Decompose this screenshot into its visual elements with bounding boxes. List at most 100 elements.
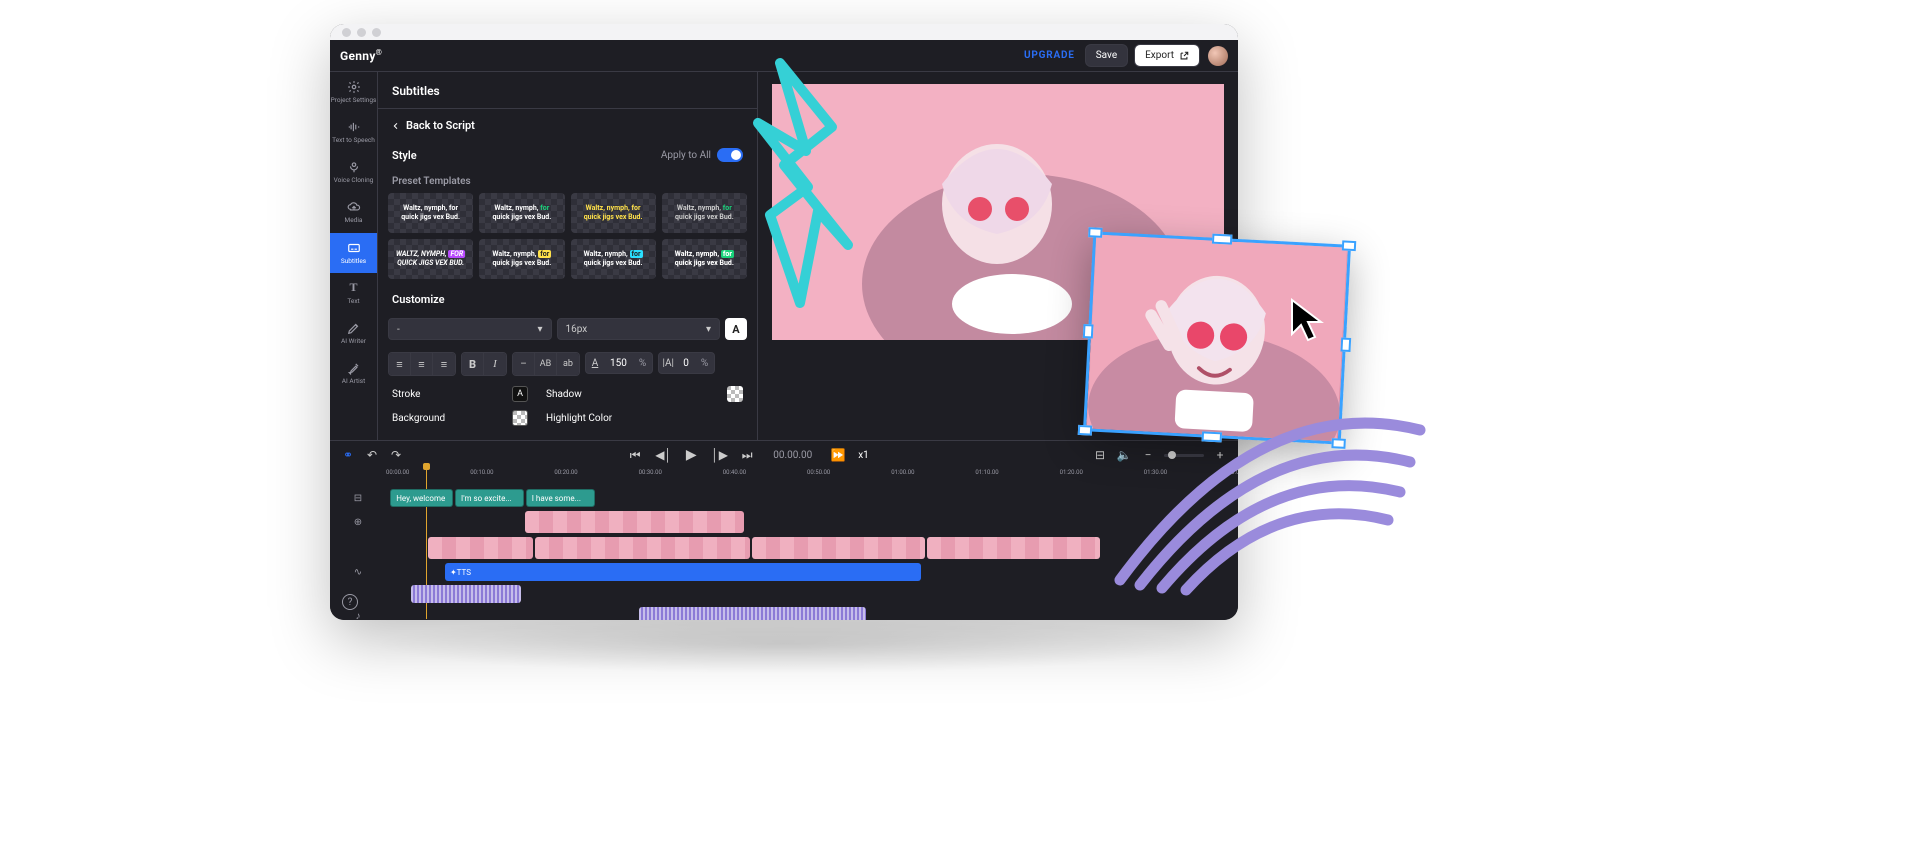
- audio-clip[interactable]: [411, 585, 520, 603]
- resize-handle[interactable]: [1331, 438, 1346, 449]
- step-forward-button[interactable]: │▶: [711, 448, 727, 462]
- playback-speed[interactable]: x1: [858, 450, 869, 461]
- play-button[interactable]: ▶: [683, 447, 699, 463]
- volume-button[interactable]: 🔈: [1116, 448, 1132, 462]
- sidebar-label: Text to Speech: [332, 137, 375, 144]
- link-icon[interactable]: ⚭: [340, 448, 356, 462]
- video-clip[interactable]: [535, 537, 750, 559]
- video-clip[interactable]: [927, 537, 1100, 559]
- font-family-select[interactable]: -▾: [388, 318, 552, 340]
- resize-handle[interactable]: [1340, 337, 1351, 352]
- export-button[interactable]: Export: [1134, 44, 1200, 67]
- italic-button[interactable]: I: [484, 353, 506, 375]
- chevron-left-icon: [392, 121, 400, 131]
- sidebar-item-text[interactable]: T Text: [330, 273, 377, 313]
- sidebar-label: Voice Cloning: [334, 177, 374, 184]
- resize-handle[interactable]: [1083, 324, 1094, 339]
- skip-end-button[interactable]: ⏭: [739, 448, 755, 463]
- zoom-out-button[interactable]: −: [1140, 448, 1156, 462]
- font-size-select[interactable]: 16px▾: [557, 318, 721, 340]
- help-button[interactable]: ?: [342, 594, 358, 610]
- left-sidebar: Project Settings Text to Speech Voice Cl…: [330, 72, 378, 440]
- preset-7[interactable]: Waltz, nymph, forquick jigs vex Bud.: [571, 239, 656, 279]
- window-chrome: [330, 24, 1238, 40]
- resize-handle[interactable]: [1078, 425, 1093, 436]
- time-ruler[interactable]: 00:00.00 00:10.00 00:20.00 00:30.00 00:4…: [386, 469, 1228, 485]
- preset-grid: Waltz, nymph, forquick jigs vex Bud. Wal…: [378, 193, 757, 279]
- video-clip[interactable]: [428, 537, 533, 559]
- external-link-icon: [1179, 51, 1189, 61]
- background-swatch[interactable]: [512, 410, 528, 426]
- preset-1[interactable]: Waltz, nymph, forquick jigs vex Bud.: [388, 193, 473, 233]
- text-color-swatch[interactable]: A: [725, 318, 747, 340]
- stroke-swatch[interactable]: A: [512, 386, 528, 402]
- preset-8[interactable]: Waltz, nymph, forquick jigs vex Bud.: [662, 239, 747, 279]
- back-to-script[interactable]: Back to Script: [378, 109, 757, 142]
- skip-start-button[interactable]: ⏮: [627, 448, 643, 463]
- resize-handle[interactable]: [1088, 227, 1103, 238]
- sidebar-item-subtitles[interactable]: Subtitles: [330, 233, 377, 273]
- spacing-input[interactable]: |A| 0 %: [658, 352, 715, 374]
- preset-4[interactable]: Waltz, nymph, forquick jigs vex Bud.: [662, 193, 747, 233]
- transport-bar: ⚭ ↶ ↷ ⏮ ◀│ ▶ │▶ ⏭ 00.00.00 ⏩ x1 ⊟ 🔈 − +: [330, 441, 1238, 469]
- presets-section-label: Preset Templates: [378, 168, 757, 193]
- step-back-button[interactable]: ◀│: [655, 448, 671, 462]
- sidebar-item-ai-writer[interactable]: AI Writer: [330, 313, 377, 353]
- apply-all-toggle[interactable]: [717, 148, 743, 162]
- upgrade-link[interactable]: UPGRADE: [1024, 50, 1075, 61]
- sidebar-item-project-settings[interactable]: Project Settings: [330, 72, 377, 112]
- user-avatar[interactable]: [1208, 46, 1228, 66]
- resize-handle[interactable]: [1342, 240, 1357, 251]
- zoom-slider[interactable]: [1164, 454, 1204, 457]
- sidebar-item-text-to-speech[interactable]: Text to Speech: [330, 112, 377, 152]
- subtitle-clip[interactable]: I have some...: [526, 489, 595, 507]
- preset-2[interactable]: Waltz, nymph, forquick jigs vex Bud.: [479, 193, 564, 233]
- scale-input[interactable]: A 150 %: [585, 352, 653, 374]
- app-header: Genny® UPGRADE Save Export: [330, 40, 1238, 72]
- sidebar-item-voice-cloning[interactable]: Voice Cloning: [330, 152, 377, 192]
- pen-icon: [347, 321, 361, 335]
- case-dash-button[interactable]: –: [513, 353, 535, 375]
- case-lower-button[interactable]: ab: [557, 353, 579, 375]
- sidebar-label: Project Settings: [331, 97, 377, 104]
- window-shadow: [370, 614, 1198, 674]
- style-group: B I: [461, 352, 507, 376]
- align-right-button[interactable]: ≡: [433, 353, 455, 375]
- undo-button[interactable]: ↶: [364, 448, 380, 462]
- preset-5[interactable]: WALTZ, NYMPH, FORQUICK JIGS VEX BUD.: [388, 239, 473, 279]
- redo-button[interactable]: ↷: [388, 448, 404, 462]
- subtitle-track: ⊟ Hey, welcome I'm so excite... I have s…: [330, 489, 1238, 507]
- resize-handle[interactable]: [1212, 234, 1232, 245]
- sidebar-item-media[interactable]: Media: [330, 192, 377, 232]
- zoom-in-button[interactable]: +: [1212, 448, 1228, 462]
- tts-clip[interactable]: ✦ TTS: [445, 563, 921, 581]
- app-logo: Genny®: [340, 48, 382, 63]
- video-clip[interactable]: [525, 511, 744, 533]
- save-button[interactable]: Save: [1085, 44, 1128, 67]
- sidebar-item-ai-artist[interactable]: AI Artist: [330, 353, 377, 393]
- music-track-icon[interactable]: ♪: [330, 611, 386, 621]
- chevron-down-icon: ▾: [706, 324, 711, 335]
- align-center-button[interactable]: ≡: [411, 353, 433, 375]
- subtitle-track-icon[interactable]: ⊟: [330, 493, 386, 504]
- floating-pip-selection[interactable]: [1083, 231, 1351, 444]
- align-left-button[interactable]: ≡: [389, 353, 411, 375]
- preset-3[interactable]: Waltz, nymph, forquick jigs vex Bud.: [571, 193, 656, 233]
- waveform-icon: [347, 120, 361, 134]
- add-track-icon[interactable]: ⊕: [330, 517, 386, 528]
- audio-track-icon[interactable]: ∿: [330, 567, 386, 578]
- bold-button[interactable]: B: [462, 353, 484, 375]
- preset-6[interactable]: Waltz, nymph, forquick jigs vex Bud.: [479, 239, 564, 279]
- sidebar-label: AI Writer: [341, 338, 366, 345]
- resize-handle[interactable]: [1202, 431, 1222, 442]
- captions-toggle[interactable]: ⊟: [1092, 448, 1108, 462]
- subtitle-clip[interactable]: Hey, welcome: [390, 489, 453, 507]
- pip-illustration: [1086, 235, 1348, 442]
- current-time: 00.00.00: [773, 450, 812, 461]
- audio-clip[interactable]: [639, 607, 866, 620]
- case-upper-button[interactable]: AB: [535, 353, 557, 375]
- subtitle-clip[interactable]: I'm so excite...: [455, 489, 524, 507]
- video-track-2: [330, 537, 1238, 559]
- video-clip[interactable]: [752, 537, 925, 559]
- shadow-swatch[interactable]: [727, 386, 743, 402]
